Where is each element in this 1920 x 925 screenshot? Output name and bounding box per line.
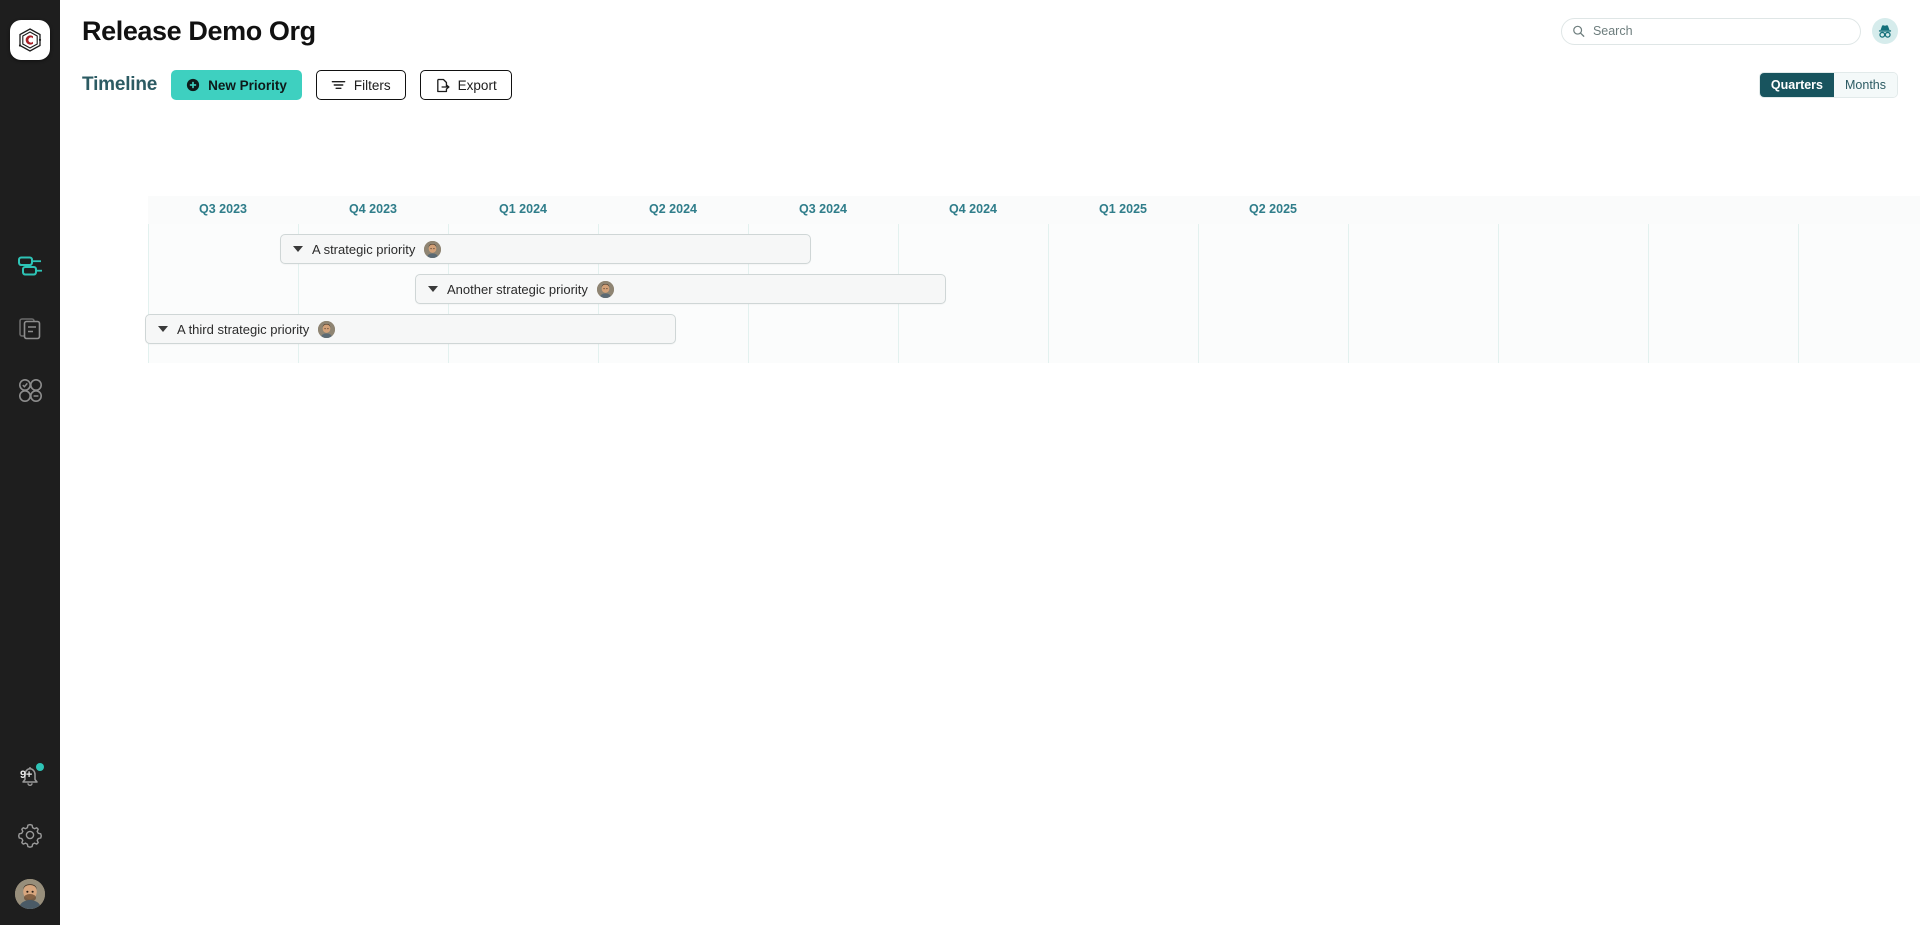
settings-button[interactable] xyxy=(14,819,46,851)
timescale-toggle: Quarters Months xyxy=(1758,72,1898,98)
timeline-column-label: Q4 2023 xyxy=(349,202,397,216)
search-icon xyxy=(1573,25,1585,37)
timeline-bar-owner-avatar[interactable] xyxy=(596,280,614,298)
timescale-option-quarters[interactable]: Quarters xyxy=(1759,73,1834,97)
filter-icon xyxy=(331,81,346,89)
timeline-header: Q3 2023 Q4 2023 Q1 2024 Q2 2024 Q3 2024 Q4 20… xyxy=(148,196,1920,224)
timeline-bar[interactable]: A third strategic priority xyxy=(145,314,676,344)
caret-down-icon[interactable] xyxy=(158,326,168,332)
timeline-column-label: Q4 2024 xyxy=(949,202,997,216)
sidebar-item-roadmap[interactable] xyxy=(14,250,46,282)
timeline-bar-owner-avatar[interactable] xyxy=(424,240,442,258)
timeline-gridline xyxy=(1798,224,1799,363)
sidebar-item-documents[interactable] xyxy=(14,312,46,344)
export-label: Export xyxy=(457,77,497,93)
notification-count: 9+ xyxy=(20,769,32,781)
export-button[interactable]: Export xyxy=(419,70,512,100)
timeline-bar[interactable]: A strategic priority xyxy=(280,234,811,264)
timeline-column-label: Q2 2025 xyxy=(1249,202,1297,216)
plus-circle-icon xyxy=(187,78,200,92)
main-area: Release Demo Org Search Timeline New Pri… xyxy=(60,0,1920,925)
rail-navigation xyxy=(14,250,46,406)
app-logo[interactable] xyxy=(10,20,50,60)
timeline-gridline xyxy=(1348,224,1349,363)
rail-bottom-group: 9+ xyxy=(0,761,60,909)
notifications-button[interactable]: 9+ xyxy=(15,761,45,791)
timeline-bar-owner-avatar[interactable] xyxy=(318,320,336,338)
view-toolbar: Timeline New Priority Filters Export Qua… xyxy=(60,62,1920,108)
timeline-gridline xyxy=(1498,224,1499,363)
user-avatar[interactable] xyxy=(15,879,45,909)
timeline-column-label: Q2 2024 xyxy=(649,202,697,216)
timeline-gridline xyxy=(1648,224,1649,363)
circles-grid-icon xyxy=(19,379,42,402)
documents-stack-icon xyxy=(19,318,41,340)
hexagon-c-logo-icon xyxy=(18,28,42,52)
timeline-bar[interactable]: Another strategic priority xyxy=(415,274,946,304)
timeline-bar-label: A strategic priority xyxy=(312,241,416,257)
timeline-gridline xyxy=(1048,224,1049,363)
page-title: Release Demo Org xyxy=(82,15,316,46)
avatar-photo-icon xyxy=(596,280,614,298)
notification-dot xyxy=(36,763,44,771)
gear-icon xyxy=(18,823,42,848)
avatar-photo-icon xyxy=(424,240,442,258)
caret-down-icon[interactable] xyxy=(293,246,303,252)
timeline-column-label: Q3 2023 xyxy=(199,202,247,216)
caret-down-icon[interactable] xyxy=(428,286,438,292)
view-title: Timeline xyxy=(82,74,158,95)
avatar-photo-icon xyxy=(318,320,336,338)
new-priority-label: New Priority xyxy=(208,77,287,93)
app-root: 9+ Release Demo Org Search Timeline New … xyxy=(0,0,1920,925)
top-bar: Release Demo Org xyxy=(60,0,1920,62)
timeline-chart: Q3 2023 Q4 2023 Q1 2024 Q2 2024 Q3 2024 Q4 20… xyxy=(145,196,1920,363)
new-priority-button[interactable]: New Priority xyxy=(171,70,302,100)
left-rail: 9+ xyxy=(0,0,60,925)
timeline-column-label: Q1 2025 xyxy=(1099,202,1147,216)
timeline-body[interactable]: A strategic priority Another strategic p… xyxy=(145,224,1920,363)
search-box[interactable] xyxy=(1561,17,1861,45)
export-document-icon xyxy=(436,78,450,92)
top-bar-right xyxy=(1561,17,1898,45)
avatar-photo-icon xyxy=(15,879,45,909)
timeline-roadmap-icon xyxy=(18,256,42,276)
timescale-option-months[interactable]: Months xyxy=(1834,73,1897,97)
timeline-bar-label: Another strategic priority xyxy=(447,281,588,297)
search-input[interactable] xyxy=(1592,24,1850,38)
incognito-icon xyxy=(1878,25,1892,38)
timeline-bar-label: A third strategic priority xyxy=(177,321,310,337)
timeline-column-label: Q3 2024 xyxy=(799,202,847,216)
sidebar-item-objectives[interactable] xyxy=(14,374,46,406)
filters-label: Filters xyxy=(353,77,391,93)
timeline-gridline xyxy=(1198,224,1199,363)
incognito-button[interactable] xyxy=(1872,18,1898,44)
filters-button[interactable]: Filters xyxy=(315,70,406,100)
timeline-column-label: Q1 2024 xyxy=(499,202,547,216)
